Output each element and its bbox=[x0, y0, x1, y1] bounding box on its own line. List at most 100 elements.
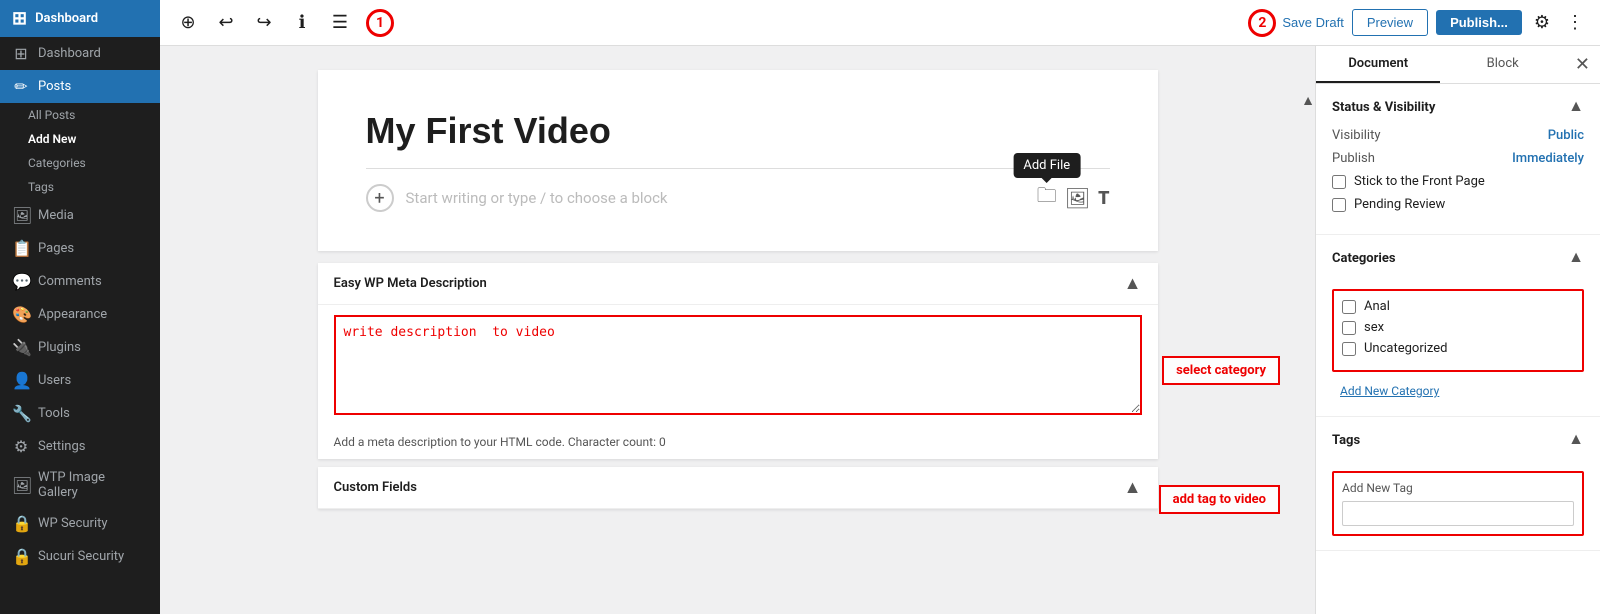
wtp-icon: 🖼 bbox=[12, 476, 30, 495]
sidebar-item-users[interactable]: 👤 Users bbox=[0, 364, 160, 397]
meta-textarea-container: write description to video bbox=[318, 305, 1158, 429]
categories-header: Categories ▲ bbox=[1324, 249, 1592, 277]
sidebar-item-settings-label: Settings bbox=[38, 439, 85, 454]
visibility-label: Visibility bbox=[1332, 128, 1381, 143]
undo-button[interactable]: ↩ bbox=[210, 7, 242, 39]
meta-description-textarea[interactable]: write description to video bbox=[334, 315, 1142, 415]
all-posts-label: All Posts bbox=[28, 108, 75, 122]
sidebar-sub-add-new[interactable]: Add New bbox=[0, 127, 160, 151]
sidebar-item-comments[interactable]: 💬 Comments bbox=[0, 265, 160, 298]
panel-close-button[interactable]: ✕ bbox=[1565, 46, 1600, 83]
categories-title: Categories bbox=[1332, 251, 1396, 266]
sucuri-icon: 🔒 bbox=[12, 547, 30, 566]
categories-label: Categories bbox=[28, 156, 86, 170]
custom-fields-title: Custom Fields bbox=[334, 480, 417, 495]
meta-char-count: Add a meta description to your HTML code… bbox=[318, 429, 1158, 459]
add-tag-annotation: add tag to video bbox=[1159, 485, 1280, 514]
list-view-button[interactable]: ☰ bbox=[324, 7, 356, 39]
sidebar-sub-categories[interactable]: Categories bbox=[0, 151, 160, 175]
list-view-icon: ☰ bbox=[332, 12, 348, 33]
status-visibility-header: Status & Visibility ▲ bbox=[1332, 98, 1584, 116]
image-block-icon[interactable]: 🖼 bbox=[1065, 186, 1090, 210]
sidebar-item-sucuri-label: Sucuri Security bbox=[38, 549, 124, 564]
sidebar-item-wp-security[interactable]: 🔒 WP Security bbox=[0, 507, 160, 540]
tags-section-wrapper: Tags ▲ Add New Tag bbox=[1316, 417, 1600, 551]
sidebar-item-dashboard[interactable]: ⊞ Dashboard bbox=[0, 37, 160, 70]
sidebar-sub-all-posts[interactable]: All Posts bbox=[0, 103, 160, 127]
pending-review-checkbox[interactable] bbox=[1332, 198, 1346, 212]
more-options-button[interactable]: ⋮ bbox=[1562, 8, 1588, 37]
stick-front-page-label: Stick to the Front Page bbox=[1354, 174, 1485, 189]
text-block-icon[interactable]: T bbox=[1098, 188, 1109, 209]
posts-icon: ✏ bbox=[12, 77, 30, 96]
sidebar-item-appearance[interactable]: 🎨 Appearance bbox=[0, 298, 160, 331]
sidebar: ⊞ Dashboard ⊞ Dashboard ✏ Posts All Post… bbox=[0, 0, 160, 614]
pending-review-label: Pending Review bbox=[1354, 197, 1445, 212]
block-type-icons: Add File 🗀 🖼 T bbox=[1037, 181, 1110, 215]
custom-fields-header: Custom Fields ▲ bbox=[318, 467, 1158, 509]
category-item-uncategorized: Uncategorized bbox=[1342, 341, 1574, 356]
sidebar-item-settings[interactable]: ⚙ Settings bbox=[0, 430, 160, 463]
sidebar-item-sucuri[interactable]: 🔒 Sucuri Security bbox=[0, 540, 160, 573]
sidebar-item-tools[interactable]: 🔧 Tools bbox=[0, 397, 160, 430]
plugins-icon: 🔌 bbox=[12, 338, 30, 357]
users-icon: 👤 bbox=[12, 371, 30, 390]
sidebar-item-posts[interactable]: ✏ Posts bbox=[0, 70, 160, 103]
media-icon: 🖼 bbox=[12, 206, 30, 225]
select-category-box: select category bbox=[1162, 356, 1280, 385]
sidebar-item-media[interactable]: 🖼 Media bbox=[0, 199, 160, 232]
custom-fields-collapse[interactable]: ▲ bbox=[1124, 477, 1142, 498]
publish-row: Publish Immediately bbox=[1332, 151, 1584, 166]
sidebar-logo[interactable]: ⊞ Dashboard bbox=[0, 0, 160, 37]
wp-security-icon: 🔒 bbox=[12, 514, 30, 533]
categories-list: Anal sex Uncategorized bbox=[1332, 289, 1584, 372]
info-button[interactable]: ℹ bbox=[286, 7, 318, 39]
settings-icon: ⚙ bbox=[12, 437, 30, 456]
visibility-row: Visibility Public bbox=[1332, 128, 1584, 143]
tags-toggle[interactable]: ▲ bbox=[1568, 431, 1584, 449]
tags-title: Tags bbox=[1332, 433, 1360, 448]
status-visibility-toggle[interactable]: ▲ bbox=[1568, 98, 1584, 116]
appender-plus-button[interactable]: + bbox=[366, 184, 394, 212]
sidebar-item-pages[interactable]: 📋 Pages bbox=[0, 232, 160, 265]
sidebar-item-dashboard-label: Dashboard bbox=[38, 46, 101, 61]
publish-button[interactable]: Publish... bbox=[1436, 10, 1522, 35]
stick-front-page-checkbox[interactable] bbox=[1332, 175, 1346, 189]
redo-button[interactable]: ↪ bbox=[248, 7, 280, 39]
save-draft-button[interactable]: Save Draft bbox=[1282, 15, 1343, 30]
meta-collapse-button[interactable]: ▲ bbox=[1124, 273, 1142, 294]
add-block-button[interactable]: ⊕ bbox=[172, 7, 204, 39]
tab-document[interactable]: Document bbox=[1316, 46, 1440, 83]
sidebar-item-wtp[interactable]: 🖼 WTP Image Gallery bbox=[0, 463, 160, 507]
block-appender-row: + Start writing or type / to choose a bl… bbox=[366, 168, 1110, 215]
annotation-circle-1: 1 bbox=[366, 9, 394, 37]
add-new-label: Add New bbox=[28, 132, 76, 146]
add-new-category-link[interactable]: Add New Category bbox=[1324, 380, 1592, 402]
right-panel: Document Block ✕ Status & Visibility ▲ V… bbox=[1315, 46, 1600, 614]
preview-button[interactable]: Preview bbox=[1352, 9, 1428, 36]
sidebar-item-pages-label: Pages bbox=[38, 241, 74, 256]
post-title-input[interactable] bbox=[366, 110, 1110, 152]
categories-toggle[interactable]: ▲ bbox=[1568, 249, 1584, 267]
status-visibility-section: Status & Visibility ▲ Visibility Public … bbox=[1316, 84, 1600, 235]
redo-icon: ↪ bbox=[256, 12, 271, 33]
publish-value[interactable]: Immediately bbox=[1512, 151, 1584, 166]
tags-header: Tags ▲ bbox=[1324, 431, 1592, 459]
top-toolbar: ⊕ ↩ ↪ ℹ ☰ 1 2 Save Draft Preview Publish… bbox=[160, 0, 1600, 46]
category-anal-checkbox[interactable] bbox=[1342, 300, 1356, 314]
sidebar-item-wtp-label: WTP Image Gallery bbox=[38, 470, 148, 500]
sidebar-sub-tags[interactable]: Tags bbox=[0, 175, 160, 199]
categories-section-wrapper: Categories ▲ Anal sex Uncategorized bbox=[1316, 235, 1600, 417]
sidebar-item-plugins-label: Plugins bbox=[38, 340, 81, 355]
category-sex-checkbox[interactable] bbox=[1342, 321, 1356, 335]
category-anal-label: Anal bbox=[1364, 299, 1390, 314]
tags-input-section: Add New Tag bbox=[1332, 471, 1584, 536]
sidebar-item-plugins[interactable]: 🔌 Plugins bbox=[0, 331, 160, 364]
annotation-circle-2: 2 bbox=[1248, 9, 1276, 37]
scroll-up-button[interactable]: ▲ bbox=[1301, 92, 1315, 108]
visibility-value[interactable]: Public bbox=[1548, 128, 1584, 143]
editor-settings-button[interactable]: ⚙ bbox=[1530, 8, 1554, 37]
tags-input-field[interactable] bbox=[1342, 501, 1574, 526]
tab-block[interactable]: Block bbox=[1440, 46, 1564, 83]
category-uncategorized-checkbox[interactable] bbox=[1342, 342, 1356, 356]
